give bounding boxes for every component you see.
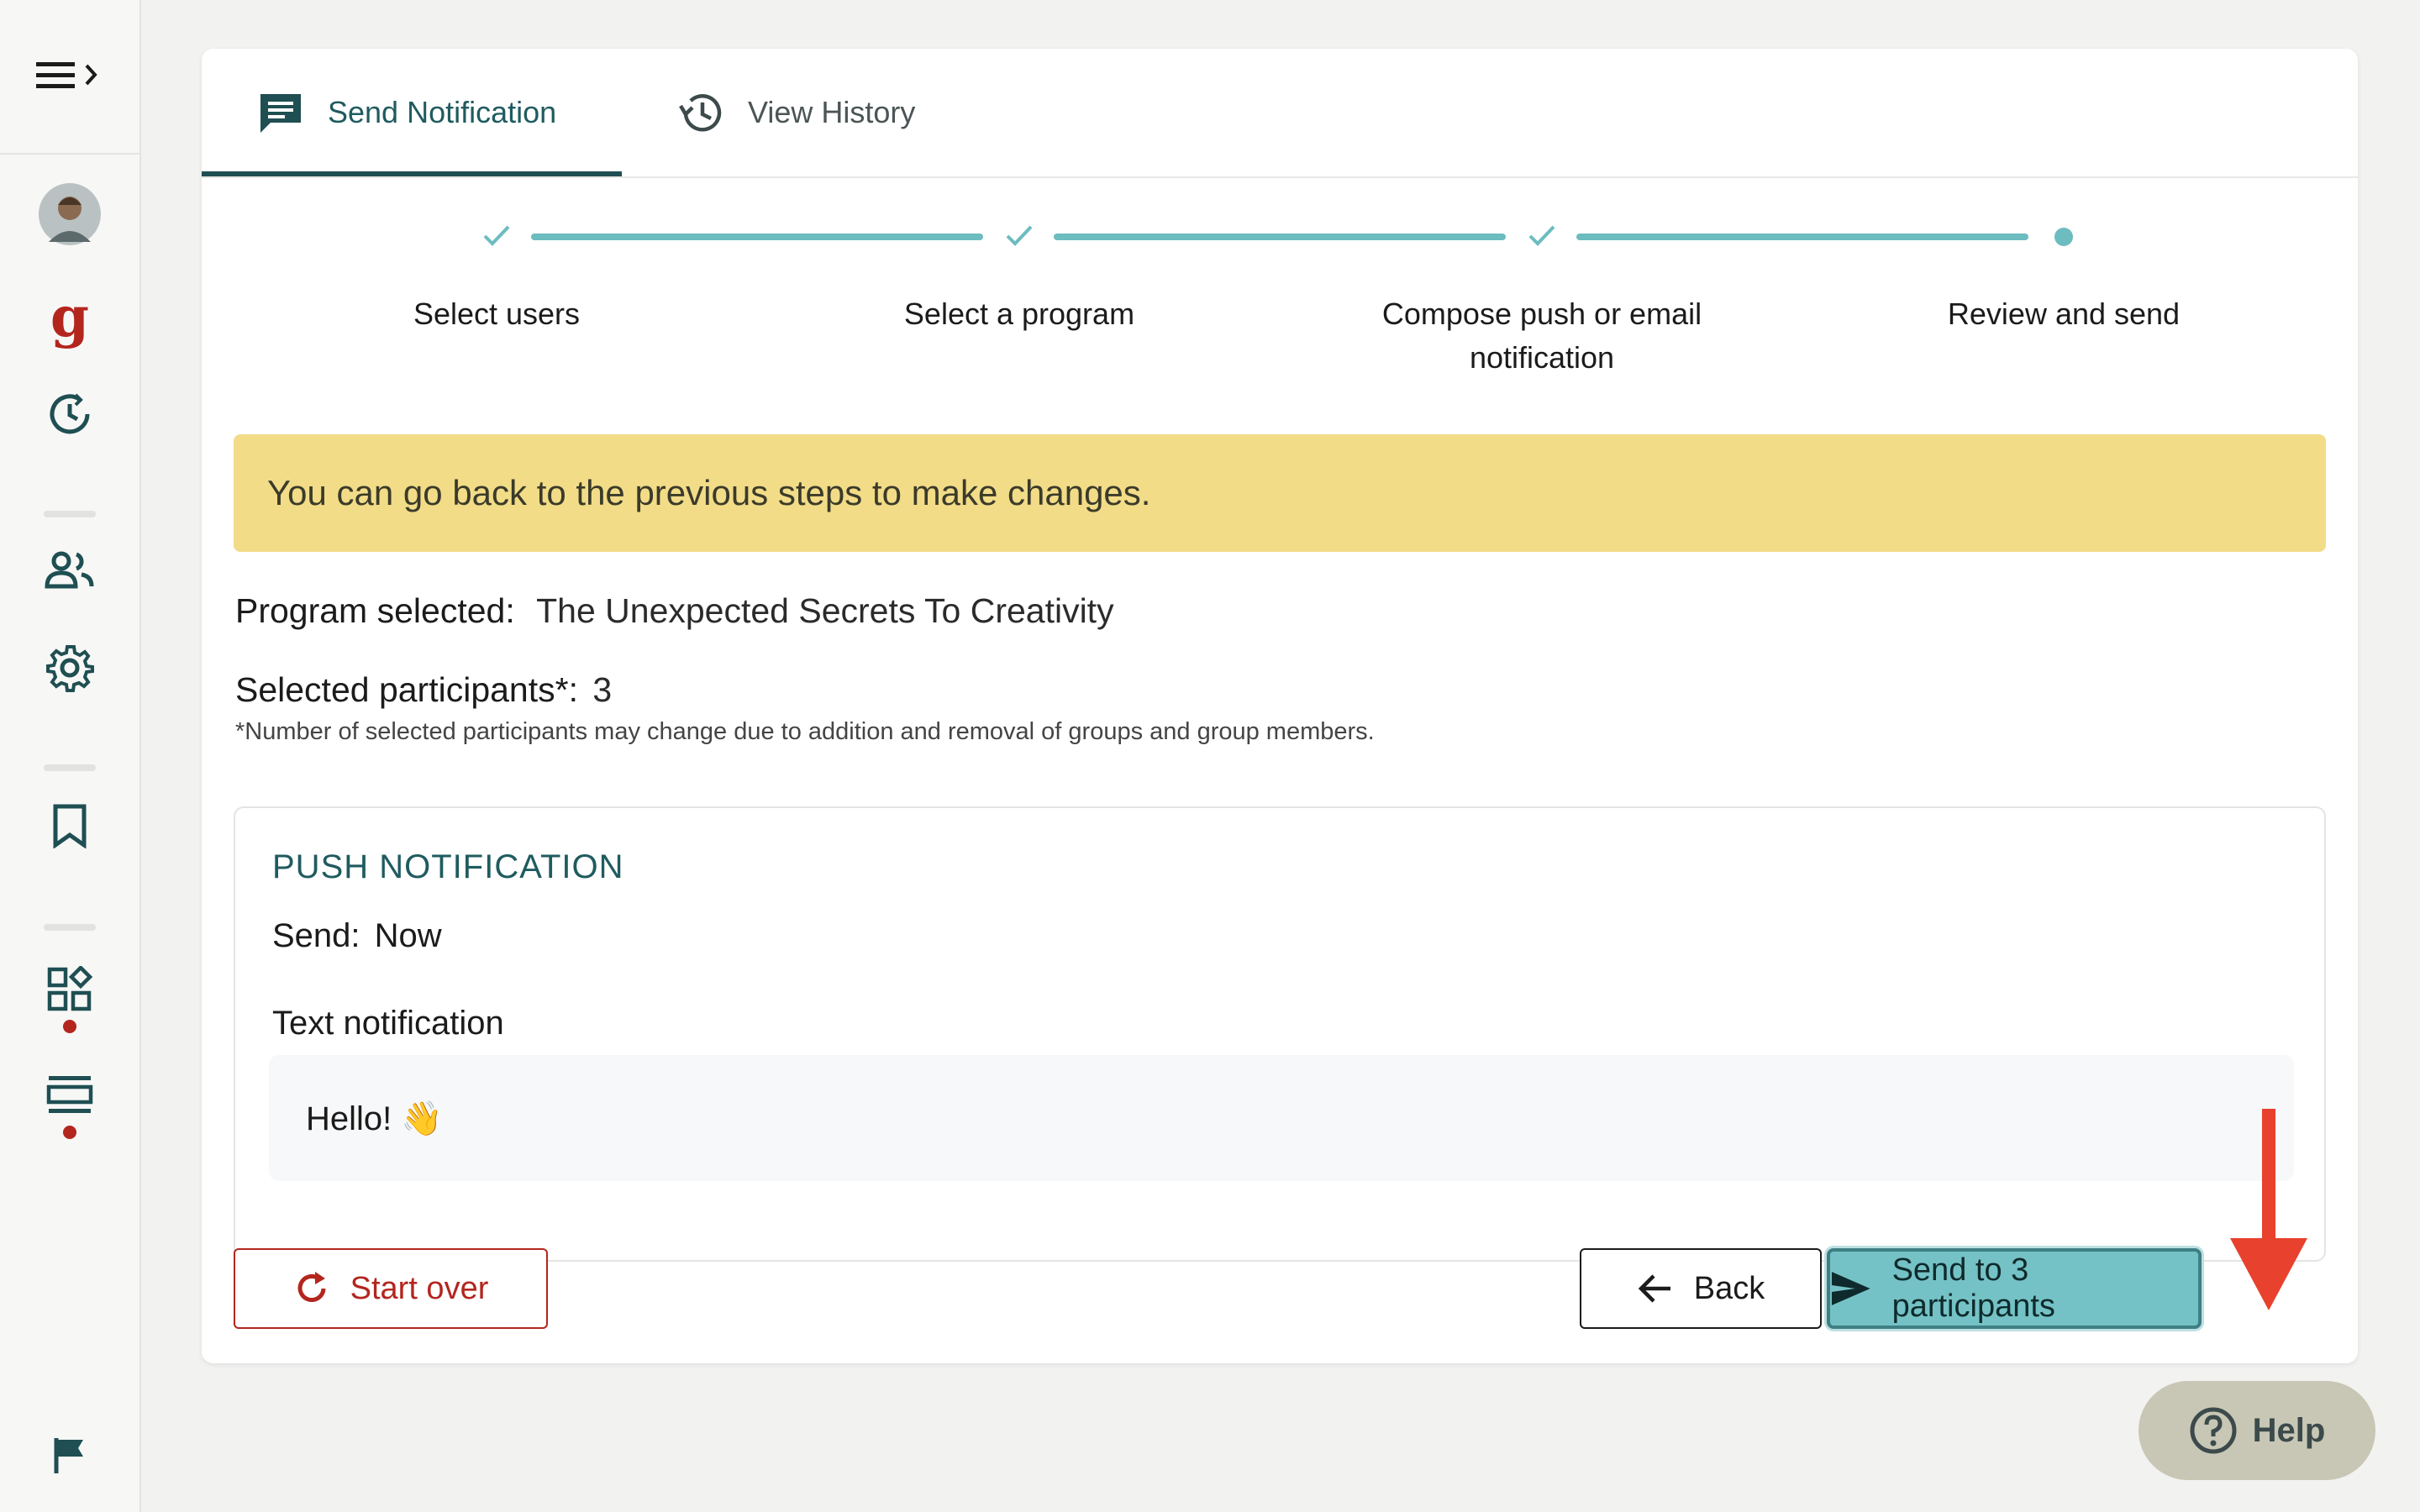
question-circle-icon bbox=[2190, 1407, 2237, 1454]
send-timing-row: Send: Now bbox=[272, 917, 442, 955]
program-selected-row: Program selected: The Unexpected Secrets… bbox=[235, 591, 1114, 631]
selected-participants-count: 3 bbox=[592, 670, 613, 709]
step-connector bbox=[1054, 234, 1506, 240]
start-over-label: Start over bbox=[350, 1270, 489, 1306]
tab-send-notification[interactable]: Send Notification bbox=[257, 49, 556, 176]
send-icon bbox=[1831, 1272, 1870, 1305]
start-over-button[interactable]: Start over bbox=[234, 1248, 548, 1329]
info-banner: You can go back to the previous steps to… bbox=[234, 434, 2326, 552]
step-complete-check-icon bbox=[1528, 225, 1555, 246]
avatar[interactable] bbox=[39, 183, 101, 245]
sidebar-header bbox=[0, 0, 139, 155]
sidebar: g bbox=[0, 0, 141, 1512]
participants-note: *Number of selected participants may cha… bbox=[235, 718, 1375, 745]
step-label-compose[interactable]: Compose push or email notification bbox=[1357, 292, 1727, 380]
program-selected-value: The Unexpected Secrets To Creativity bbox=[536, 591, 1114, 630]
help-button[interactable]: Help bbox=[2139, 1381, 2375, 1480]
notification-message-text: Hello! 👋 bbox=[306, 1100, 444, 1137]
text-notification-label: Text notification bbox=[272, 1005, 504, 1042]
list-view-icon[interactable] bbox=[46, 1074, 93, 1116]
send-button[interactable]: Send to 3 participants bbox=[1827, 1248, 2202, 1329]
step-label-select-program[interactable]: Select a program bbox=[834, 292, 1204, 336]
gear-icon[interactable] bbox=[45, 643, 94, 692]
push-notification-title: PUSH NOTIFICATION bbox=[272, 848, 624, 885]
tab-bar: Send Notification View History bbox=[202, 49, 2358, 178]
send-label: Send to 3 participants bbox=[1891, 1252, 2055, 1324]
flag-icon[interactable] bbox=[51, 1436, 88, 1475]
annotation-arrow-head bbox=[2230, 1238, 2307, 1310]
step-complete-check-icon bbox=[483, 225, 510, 246]
tab-view-history[interactable]: View History bbox=[677, 49, 915, 176]
step-complete-check-icon bbox=[1006, 225, 1033, 246]
notification-message-preview: Hello! 👋 bbox=[269, 1055, 2294, 1181]
history-icon bbox=[679, 94, 722, 132]
message-icon bbox=[260, 94, 301, 133]
send-notification-card: Send Notification View History Select us… bbox=[202, 49, 2358, 1363]
menu-expand-icon[interactable] bbox=[34, 57, 105, 94]
restart-icon bbox=[297, 1272, 326, 1302]
back-button[interactable]: Back bbox=[1580, 1248, 1822, 1329]
info-banner-text: You can go back to the previous steps to… bbox=[267, 473, 1151, 512]
sidebar-divider bbox=[44, 511, 96, 517]
active-tab-indicator bbox=[202, 171, 622, 176]
tab-label: View History bbox=[748, 95, 916, 129]
widgets-icon[interactable] bbox=[46, 966, 93, 1013]
history-clock-icon[interactable] bbox=[47, 391, 92, 437]
selected-participants-row: Selected participants*: 3 bbox=[235, 670, 612, 710]
step-label-select-users[interactable]: Select users bbox=[312, 292, 681, 336]
notification-dot bbox=[63, 1126, 76, 1139]
bookmark-icon[interactable] bbox=[51, 803, 88, 848]
brand-g-icon[interactable]: g bbox=[50, 289, 89, 344]
send-timing-label: Send: bbox=[272, 917, 360, 954]
step-current-dot bbox=[2054, 228, 2073, 246]
notification-dot bbox=[63, 1020, 76, 1033]
push-notification-summary: PUSH NOTIFICATION Send: Now Text notific… bbox=[234, 806, 2326, 1262]
send-timing-value: Now bbox=[374, 917, 442, 954]
annotation-arrow bbox=[2262, 1109, 2275, 1242]
tab-label: Send Notification bbox=[328, 95, 557, 129]
step-label-review-send: Review and send bbox=[1947, 297, 2181, 331]
back-label: Back bbox=[1693, 1270, 1765, 1306]
users-icon[interactable] bbox=[45, 551, 95, 590]
step-connector bbox=[531, 234, 983, 240]
help-label: Help bbox=[2252, 1411, 2326, 1449]
arrow-left-icon bbox=[1638, 1274, 1670, 1303]
selected-participants-label: Selected participants*: bbox=[235, 670, 578, 709]
program-selected-label: Program selected: bbox=[235, 591, 515, 630]
sidebar-divider bbox=[44, 764, 96, 771]
step-connector bbox=[1576, 234, 2028, 240]
sidebar-divider bbox=[44, 924, 96, 931]
